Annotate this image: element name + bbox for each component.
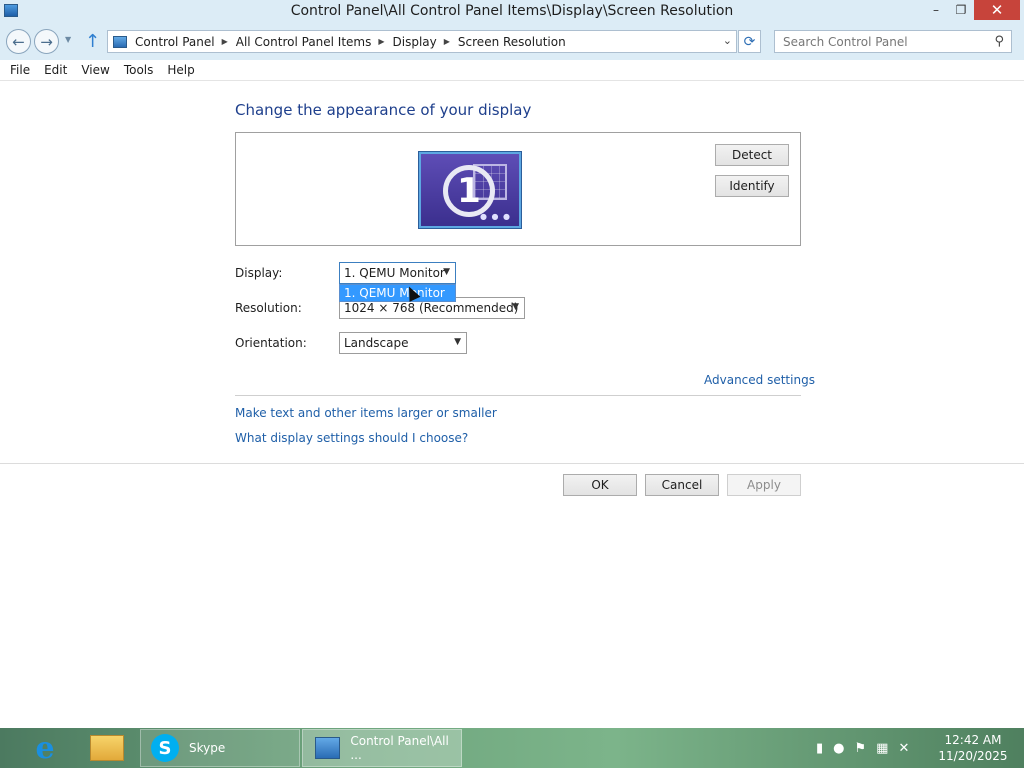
breadcrumb-separator-icon: ▶ bbox=[378, 37, 385, 46]
back-button[interactable]: ← bbox=[6, 29, 31, 54]
control-panel-icon bbox=[315, 737, 341, 759]
taskbar-skype-label: Skype bbox=[189, 741, 226, 755]
monitor-number: 1 bbox=[443, 165, 495, 217]
chevron-down-icon: ▼ bbox=[454, 337, 461, 347]
taskbar-skype[interactable]: S Skype bbox=[140, 729, 300, 767]
maximize-button[interactable]: ❐ bbox=[948, 0, 974, 20]
action-center-flag-icon[interactable]: ⚑ bbox=[855, 741, 867, 756]
chevron-down-icon: ▼ bbox=[512, 302, 519, 312]
breadcrumb-screen-resolution[interactable]: Screen Resolution bbox=[458, 35, 566, 49]
search-box[interactable]: ⚲ bbox=[774, 30, 1012, 53]
display-label: Display: bbox=[235, 266, 283, 280]
taskbar: e S Skype Control Panel\All ... ▮ ● ⚑ ▦ … bbox=[0, 728, 1024, 768]
address-bar[interactable]: Control Panel ▶ All Control Panel Items … bbox=[107, 30, 737, 53]
page-title: Change the appearance of your display bbox=[235, 101, 532, 119]
menu-bar: File Edit View Tools Help bbox=[0, 60, 1024, 81]
address-dropdown-icon[interactable]: ⌄ bbox=[723, 34, 732, 47]
cancel-button[interactable]: Cancel bbox=[645, 474, 719, 496]
display-dropdown-option[interactable]: 1. QEMU Monitor bbox=[339, 284, 456, 302]
ok-button[interactable]: OK bbox=[563, 474, 637, 496]
up-arrow-icon[interactable]: ↑ bbox=[85, 31, 100, 52]
breadcrumb-all-items[interactable]: All Control Panel Items bbox=[236, 35, 372, 49]
menu-file[interactable]: File bbox=[10, 63, 30, 77]
detect-button[interactable]: Detect bbox=[715, 144, 789, 166]
volume-muted-icon[interactable]: ✕ bbox=[898, 741, 909, 756]
window-title: Control Panel\All Control Panel Items\Di… bbox=[290, 3, 734, 19]
display-settings-help-link[interactable]: What display settings should I choose? bbox=[235, 431, 468, 445]
notification-icon[interactable]: ▮ bbox=[816, 741, 823, 756]
taskbar-control-panel[interactable]: Control Panel\All ... bbox=[302, 729, 462, 767]
resolution-select-value: 1024 × 768 (Recommended) bbox=[344, 301, 519, 315]
display-preview-box: 1 ● ● ● Detect Identify bbox=[235, 132, 801, 246]
display-select[interactable]: 1. QEMU Monitor ▼ bbox=[339, 262, 456, 284]
navigation-bar: ← → ▼ ↑ Control Panel ▶ All Control Pane… bbox=[0, 24, 1024, 60]
chevron-down-icon: ▼ bbox=[443, 267, 450, 277]
advanced-settings-link[interactable]: Advanced settings bbox=[704, 373, 815, 387]
close-button[interactable]: ✕ bbox=[974, 0, 1020, 20]
divider bbox=[235, 395, 801, 396]
control-panel-small-icon bbox=[113, 35, 127, 48]
monitor-dots-icon: ● ● ● bbox=[479, 212, 511, 221]
taskbar-control-panel-label: Control Panel\All ... bbox=[350, 734, 449, 762]
menu-view[interactable]: View bbox=[81, 63, 109, 77]
clock-date: 11/20/2025 bbox=[938, 749, 1008, 763]
menu-help[interactable]: Help bbox=[167, 63, 194, 77]
system-tray: ▮ ● ⚑ ▦ ✕ bbox=[816, 741, 909, 756]
forward-button[interactable]: → bbox=[34, 29, 59, 54]
breadcrumb-separator-icon: ▶ bbox=[221, 37, 228, 46]
title-bar: Control Panel\All Control Panel Items\Di… bbox=[0, 0, 1024, 24]
apply-button[interactable]: Apply bbox=[727, 474, 801, 496]
internet-explorer-icon[interactable]: e bbox=[28, 731, 62, 766]
menu-tools[interactable]: Tools bbox=[124, 63, 154, 77]
breadcrumb-separator-icon: ▶ bbox=[443, 37, 450, 46]
breadcrumb-control-panel[interactable]: Control Panel bbox=[135, 35, 215, 49]
identify-button[interactable]: Identify bbox=[715, 175, 789, 197]
network-icon[interactable]: ▦ bbox=[876, 741, 888, 756]
clock[interactable]: 12:42 AM 11/20/2025 bbox=[930, 732, 1016, 764]
orientation-select-value: Landscape bbox=[344, 336, 409, 350]
resolution-label: Resolution: bbox=[235, 301, 302, 315]
orientation-label: Orientation: bbox=[235, 336, 307, 350]
app-tray-icon[interactable]: ● bbox=[833, 741, 844, 756]
clock-time: 12:42 AM bbox=[944, 733, 1002, 747]
text-size-link[interactable]: Make text and other items larger or smal… bbox=[235, 406, 497, 420]
divider bbox=[0, 463, 1024, 464]
search-input[interactable] bbox=[775, 31, 975, 52]
minimize-button[interactable]: – bbox=[924, 0, 948, 20]
file-explorer-icon[interactable] bbox=[90, 735, 124, 761]
refresh-button[interactable]: ⟳ bbox=[738, 30, 761, 53]
orientation-select[interactable]: Landscape ▼ bbox=[339, 332, 467, 354]
menu-edit[interactable]: Edit bbox=[44, 63, 67, 77]
breadcrumb-display[interactable]: Display bbox=[393, 35, 437, 49]
search-icon[interactable]: ⚲ bbox=[994, 34, 1004, 49]
monitor-1-icon[interactable]: 1 ● ● ● bbox=[419, 152, 521, 228]
skype-icon: S bbox=[151, 734, 179, 762]
display-select-value: 1. QEMU Monitor bbox=[344, 266, 445, 280]
recent-locations-icon[interactable]: ▼ bbox=[65, 35, 71, 44]
